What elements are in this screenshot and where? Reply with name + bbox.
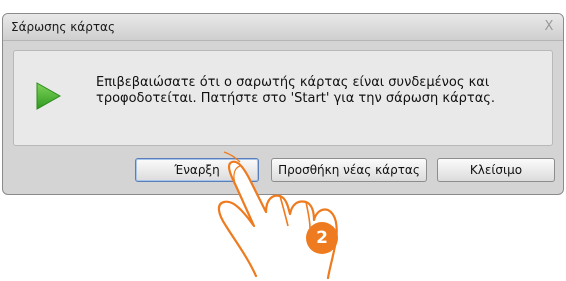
instruction-message: Επιβεβαιώσατε ότι ο σαρωτής κάρτας είναι… xyxy=(96,75,536,107)
close-button[interactable]: Κλείσιμο xyxy=(437,158,555,182)
play-arrow-icon xyxy=(36,82,62,110)
window-title: Σάρωσης κάρτας xyxy=(11,20,116,34)
title-bar: Σάρωσης κάρτας X xyxy=(3,14,563,41)
message-panel: Επιβεβαιώσατε ότι ο σαρωτής κάρτας είναι… xyxy=(13,50,553,146)
message-line-1: Επιβεβαιώσατε ότι ο σαρωτής κάρτας είναι… xyxy=(96,75,490,90)
close-icon[interactable]: X xyxy=(541,19,557,35)
message-line-2: τροφοδοτείται. Πατήστε στο 'Start' για τ… xyxy=(96,91,496,106)
pointing-hand-icon xyxy=(217,151,338,280)
step-number-badge: 2 xyxy=(306,222,338,254)
